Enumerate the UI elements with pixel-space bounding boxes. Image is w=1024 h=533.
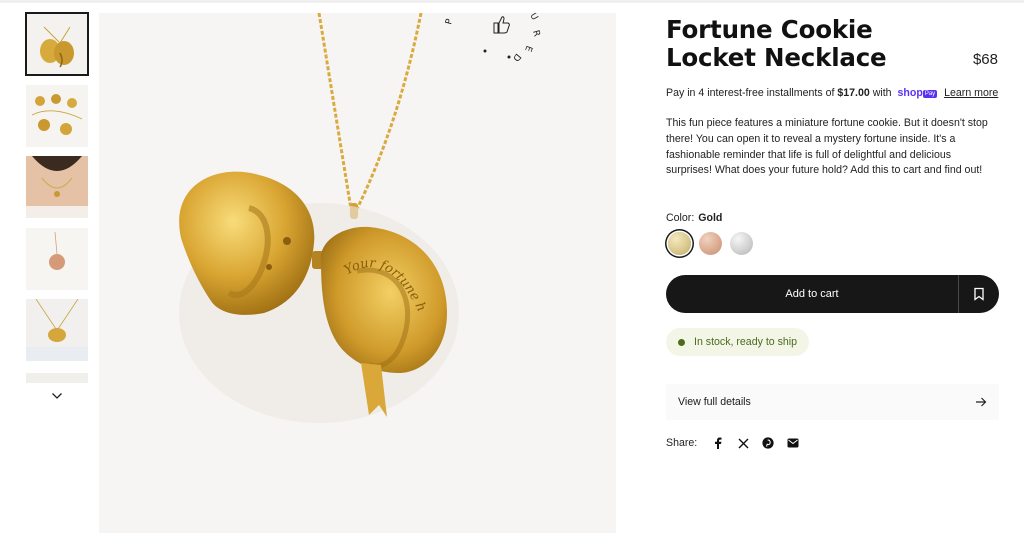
learn-more-link[interactable]: Learn more [944,87,998,99]
svg-text:D: D [510,51,522,63]
color-label: Color: [666,212,695,224]
product-description: This fun piece features a miniature fort… [666,117,988,177]
view-full-details-link[interactable]: View full details [666,384,999,420]
email-icon[interactable] [786,436,800,450]
product-featured-badge: P R U R E D [444,13,541,63]
share-label: Share: [666,437,698,449]
product-price: $68 [972,51,998,68]
thumbnail-locket-image [26,13,88,75]
thumbnail-4[interactable] [26,228,88,290]
thumbnail-5[interactable] [26,299,88,361]
swatch-silver[interactable] [730,232,753,255]
stock-status-badge: In stock, ready to ship [666,328,810,356]
installments-middle: with [872,87,892,99]
share-row: Share: [666,436,811,450]
thumbnail-rose-locket-image [26,228,88,290]
main-product-image[interactable]: Your fortune here... P R U R E D [99,13,616,533]
thumbnail-multiple-lockets-image [26,85,88,147]
thumbnail-model-wearing-image [26,156,88,218]
stock-dot-icon [678,338,685,346]
x-icon[interactable] [736,436,750,450]
svg-text:R: R [530,29,541,38]
svg-text:P: P [444,17,455,25]
installments-amount: $17.00 [837,87,870,99]
add-to-cart-button[interactable]: Add to cart [666,275,958,313]
thumbnail-6-partial[interactable] [26,373,88,383]
color-swatches [666,232,753,255]
swatch-rose-gold[interactable] [699,232,722,255]
thumbnail-3[interactable] [26,156,88,218]
thumbs-up-icon [493,16,510,34]
svg-text:E: E [522,44,533,53]
pinterest-icon[interactable] [761,436,775,450]
color-value: Gold [698,212,723,224]
installments-info: Pay in 4 interest-free installments of $… [666,87,998,99]
shop-pay-logo: shop [897,87,923,99]
chevron-down-icon[interactable] [47,388,67,404]
wishlist-button[interactable] [959,275,999,313]
svg-text:U: U [527,13,539,22]
stock-status-text: In stock, ready to ship [694,336,798,348]
thumbnail-1[interactable] [25,12,89,76]
view-details-label: View full details [678,396,751,408]
arrow-right-icon [976,397,987,407]
color-selector-label: Color: Gold [666,212,722,224]
thumbnail-2[interactable] [26,85,88,147]
shop-pay-badge: Pay [922,90,938,98]
product-title: Fortune Cookie Locket Necklace [666,15,887,72]
installments-prefix: Pay in 4 interest-free installments of [666,87,835,99]
swatch-gold[interactable] [668,232,691,255]
cart-actions: Add to cart [666,275,999,313]
top-border [0,0,1024,3]
thumbnail-closed-locket-image [26,299,88,361]
facebook-icon[interactable] [711,436,725,450]
bookmark-icon [974,287,984,301]
product-info-panel: Fortune Cookie Locket Necklace $68 Pay i… [666,15,999,449]
